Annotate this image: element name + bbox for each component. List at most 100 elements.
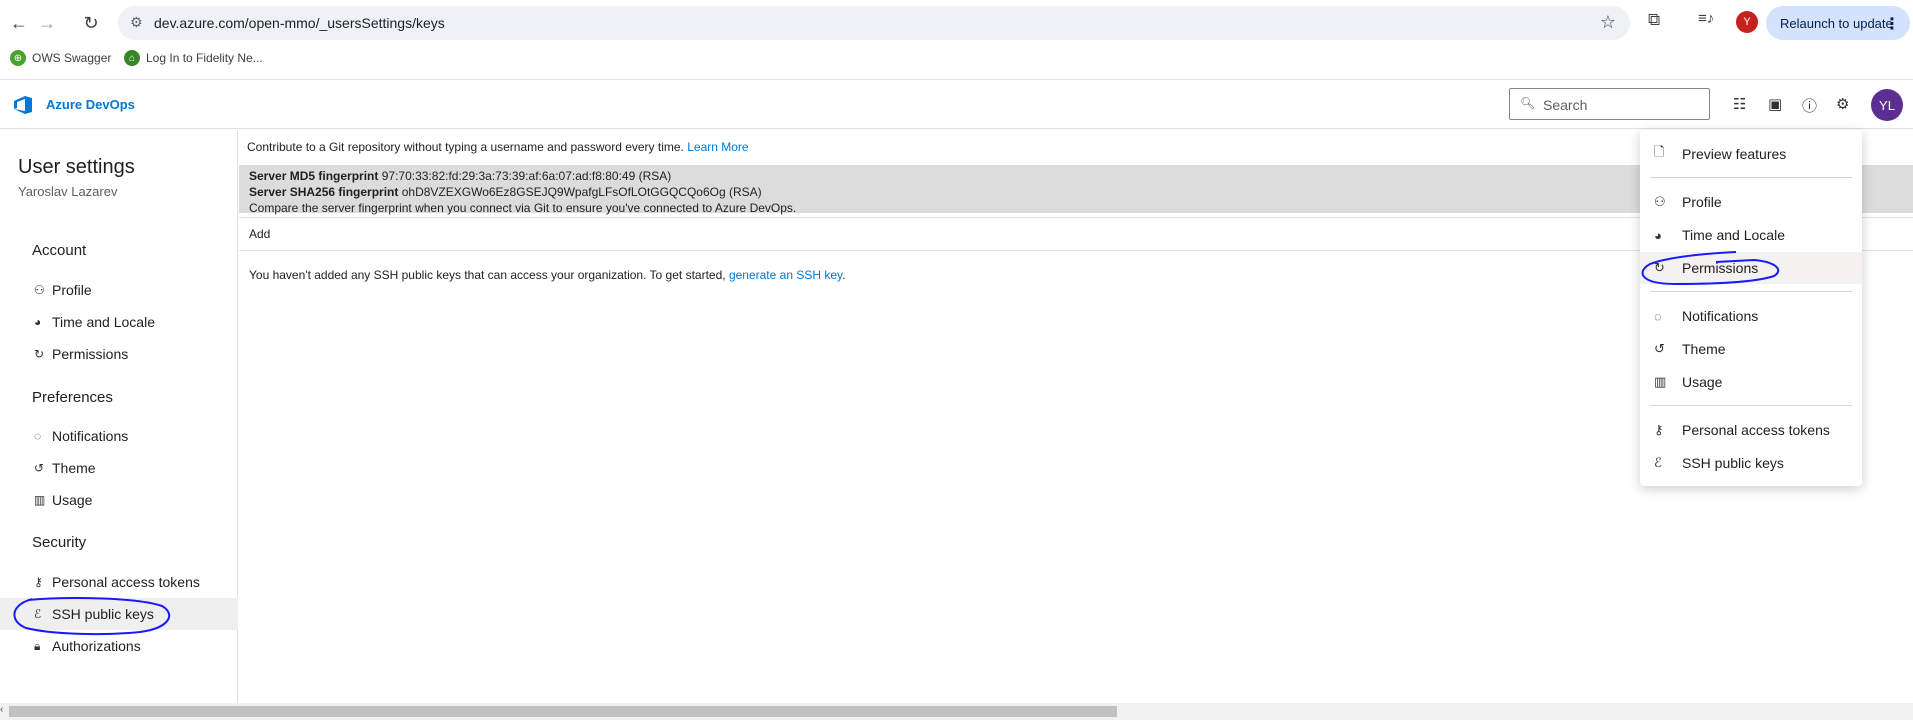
user-settings-menu: 🗋︎ Preview features ⚇ Profile ◕ Time and… [1640,130,1862,486]
sidebar-item-permissions[interactable]: ↻ Permissions [0,338,238,370]
chart-icon: ▥ [1654,374,1667,389]
menu-item-label: Usage [1682,374,1723,390]
menu-item-label: Preview features [1682,146,1787,162]
intro-text: Contribute to a Git repository without t… [247,140,749,154]
menu-item-label: Notifications [1682,308,1759,324]
menu-item-theme[interactable]: ↺ Theme [1640,333,1862,365]
browser-profile-avatar[interactable]: Y [1736,11,1758,33]
sidebar-item-theme[interactable]: ↺ Theme [0,452,238,484]
help-icon[interactable]: ⓘ [1802,95,1817,116]
menu-item-personal-access-tokens[interactable]: ⚷ Personal access tokens [1640,414,1862,446]
forward-arrow-icon[interactable]: → [34,10,60,36]
sidebar-item-usage[interactable]: ▥ Usage [0,484,238,516]
profile-icon: ⚇ [1654,194,1666,209]
bookmark-fidelity[interactable]: ⌂ Log In to Fidelity Ne... [124,50,263,66]
sidebar-item-label: Usage [52,492,93,508]
horizontal-scrollbar[interactable]: ‹ [0,703,1913,720]
relaunch-button[interactable]: Relaunch to update ⋮ [1766,6,1910,40]
chat-icon: ◌ [1654,308,1662,324]
browser-toolbar: ← → ↻ ⚙ dev.azure.com/open-mmo/_usersSet… [0,0,1913,80]
add-button[interactable]: Add [249,227,270,241]
sidebar-item-label: Permissions [52,346,129,362]
intro-description: Contribute to a Git repository without t… [247,140,684,154]
learn-more-link[interactable]: Learn More [687,140,748,154]
bookmark-label: OWS Swagger [32,51,112,65]
menu-item-permissions[interactable]: ↻ Permissions [1640,252,1862,284]
globe-icon: ◕ [1654,227,1662,243]
menu-divider [1650,177,1852,178]
menu-item-preview-features[interactable]: 🗋︎ Preview features [1640,138,1862,170]
user-settings-icon[interactable]: ⚙ [1836,95,1849,113]
menu-item-ssh-public-keys[interactable]: ℰ SSH public keys [1640,447,1862,479]
page-title: User settings [18,156,135,178]
menu-item-notifications[interactable]: ◌ Notifications [1640,300,1862,332]
swagger-icon: ⊕ [10,50,26,66]
scrollbar-thumb[interactable] [9,706,1117,717]
product-name[interactable]: Azure DevOps [46,97,135,112]
extensions-icon[interactable]: ⧉ [1648,10,1660,30]
more-vert-icon[interactable]: ⋮ [1884,14,1900,34]
search-input[interactable]: 🔍︎ Search [1509,88,1710,120]
key-icon: ⚷ [34,575,43,589]
bookmark-ows-swagger[interactable]: ⊕ OWS Swagger [10,50,111,66]
address-bar[interactable]: ⚙ dev.azure.com/open-mmo/_usersSettings/… [118,6,1630,40]
chat-icon: ◌ [34,429,42,443]
empty-text: You haven't added any SSH public keys th… [249,268,726,282]
menu-item-label: SSH public keys [1682,455,1784,471]
user-name: Yaroslav Lazarev [18,184,118,199]
globe-icon: ◕ [34,315,42,329]
sidebar-item-authorizations[interactable]: 🔒︎ Authorizations [0,630,238,662]
section-heading-security: Security [32,534,87,551]
generate-ssh-key-link[interactable]: generate an SSH key [729,268,842,282]
sidebar-item-profile[interactable]: ⚇ Profile [0,274,238,306]
reload-icon[interactable]: ↻ [78,10,104,36]
bookmark-label: Log In to Fidelity Ne... [146,51,263,65]
menu-divider [1650,405,1852,406]
sidebar-item-time-and-locale[interactable]: ◕ Time and Locale [0,306,238,338]
shopping-bag-icon[interactable]: ▣ [1768,95,1782,113]
site-info-icon[interactable]: ⚙ [130,14,143,31]
refresh-icon: ↻ [34,347,45,361]
md5-value: 97:70:33:82:fd:29:3a:73:39:af:6a:07:ad:f… [381,169,672,183]
sidebar-item-label: Personal access tokens [52,574,200,590]
relaunch-label: Relaunch to update [1780,15,1893,31]
refresh-icon: ↻ [1654,260,1665,275]
sha-label: Server SHA256 fingerprint [249,185,399,199]
menu-item-profile[interactable]: ⚇ Profile [1640,186,1862,218]
bookmark-star-icon[interactable]: ☆ [1600,12,1616,33]
menu-item-usage[interactable]: ▥ Usage [1640,366,1862,398]
section-heading-preferences: Preferences [32,389,113,406]
menu-item-label: Time and Locale [1682,227,1785,243]
menu-item-label: Permissions [1682,260,1759,276]
scroll-left-icon[interactable]: ‹ [0,704,3,715]
theme-icon: ↺ [1654,341,1665,356]
sidebar-item-label: Theme [52,460,96,476]
menu-item-label: Profile [1682,194,1722,210]
profile-icon: ⚇ [34,283,45,297]
sidebar-item-personal-access-tokens[interactable]: ⚷ Personal access tokens [0,566,238,598]
sidebar-item-label: Profile [52,282,92,298]
fidelity-icon: ⌂ [124,50,140,66]
address-bar-url: dev.azure.com/open-mmo/_usersSettings/ke… [154,15,445,31]
checklist-icon[interactable]: ☷ [1733,95,1746,113]
sidebar-item-ssh-public-keys[interactable]: ℰ SSH public keys [0,598,238,630]
azure-devops-logo-svg [14,96,32,114]
sha-value: ohD8VZEXGWo6Ez8GSEJQ9WpafgLFsOfLOtGGQCQo… [401,185,762,199]
fingerprint-icon: ℰ [34,607,42,621]
sidebar-item-notifications[interactable]: ◌ Notifications [0,420,238,452]
lock-icon: 🔒︎ [34,638,41,653]
empty-end: . [842,268,846,282]
sidebar-item-label: Authorizations [52,638,141,654]
md5-label: Server MD5 fingerprint [249,169,379,183]
menu-item-label: Personal access tokens [1682,422,1830,438]
fingerprint-icon: ℰ [1654,455,1662,470]
menu-divider [1650,291,1852,292]
key-icon: ⚷ [1654,422,1664,437]
back-arrow-icon[interactable]: ← [6,10,32,36]
user-avatar[interactable]: YL [1871,89,1903,121]
menu-item-time-and-locale[interactable]: ◕ Time and Locale [1640,219,1862,251]
azure-devops-logo-icon[interactable] [12,94,34,116]
media-queue-icon[interactable]: ≡♪ [1698,10,1714,27]
section-heading-account: Account [32,242,87,259]
settings-sidebar: User settings Yaroslav Lazarev Account ⚇… [0,130,238,703]
